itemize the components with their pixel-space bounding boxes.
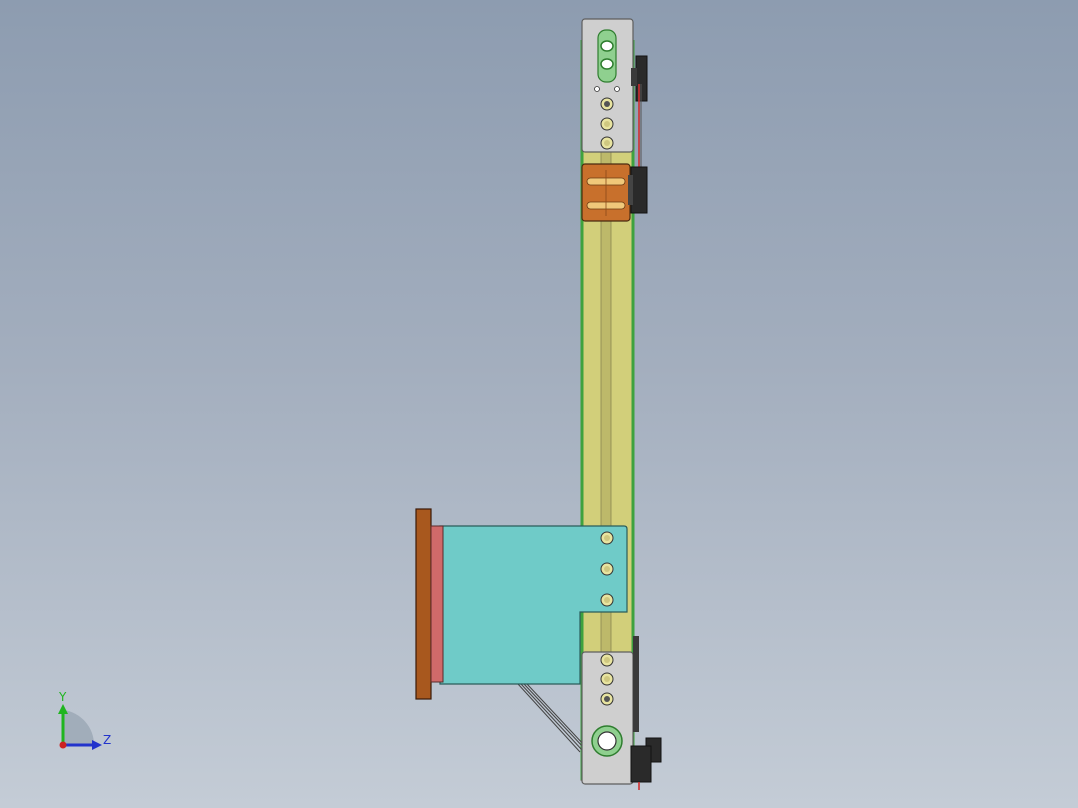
bracket-bolt-inner: [604, 535, 610, 541]
pulley-inner: [597, 731, 617, 751]
bracket-bolt-inner: [604, 597, 610, 603]
z-axis-arrow: [92, 740, 102, 750]
y-axis-label: Y: [58, 690, 67, 704]
screw-hole-inner: [604, 140, 610, 146]
top-tensioner-ring: [600, 40, 614, 52]
screw-hole-inner: [604, 657, 610, 663]
mount-flange: [415, 508, 432, 700]
y-axis-arrow: [58, 704, 68, 714]
bottom-sensor-bracket: [633, 636, 639, 732]
small-hole: [594, 86, 600, 92]
x-axis-dot: [59, 741, 67, 749]
linear-module-model[interactable]: [415, 18, 662, 790]
z-axis-label: Z: [103, 733, 111, 747]
bottom-end-plate: [581, 651, 634, 785]
top-tensioner-slot: [597, 29, 617, 83]
carriage-sensor-flag: [628, 175, 633, 205]
mount-pad: [430, 525, 444, 683]
top-tensioner-ring: [600, 58, 614, 70]
bracket-bolt-inner: [604, 566, 610, 572]
screw-hole-inner: [604, 696, 610, 702]
screw-hole-inner: [604, 101, 610, 107]
screw-hole-inner: [604, 676, 610, 682]
carriage-sensor: [630, 166, 648, 214]
triad-sector: [63, 710, 95, 745]
screw-hole-inner: [604, 121, 610, 127]
sensor-mount: [631, 68, 637, 86]
belt-strands: [517, 683, 586, 753]
bottom-sensor-body: [630, 745, 652, 783]
small-hole: [614, 86, 620, 92]
view-orientation-triad[interactable]: Y Z: [58, 690, 111, 750]
graphics-viewport[interactable]: Y Z: [0, 0, 1078, 808]
